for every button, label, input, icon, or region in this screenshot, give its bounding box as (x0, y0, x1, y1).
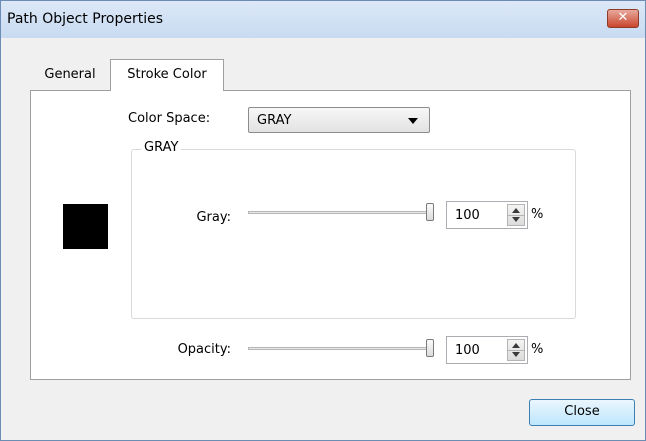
gray-group-label: GRAY (141, 140, 182, 155)
tab-stroke-color[interactable]: Stroke Color (110, 59, 224, 91)
opacity-spinbox[interactable]: 100 (446, 336, 528, 364)
window-close-icon[interactable]: ✕ (607, 9, 639, 28)
gray-spinbox[interactable]: 100 (446, 201, 528, 229)
dialog-window: Path Object Properties ✕ General Stroke … (0, 0, 646, 441)
opacity-label: Opacity: (177, 342, 231, 357)
gray-value[interactable]: 100 (455, 208, 480, 223)
opacity-slider-thumb[interactable] (426, 339, 434, 357)
color-swatch (63, 204, 108, 249)
color-space-dropdown[interactable]: GRAY (248, 107, 430, 133)
opacity-value[interactable]: 100 (455, 343, 480, 358)
spin-up-icon[interactable] (512, 343, 520, 348)
spin-up-icon[interactable] (512, 208, 520, 213)
gray-spin-buttons[interactable] (507, 204, 525, 226)
gray-group-box (131, 149, 576, 319)
title-bar[interactable]: Path Object Properties ✕ (1, 1, 645, 38)
close-button[interactable]: Close (529, 399, 635, 426)
gray-slider-track[interactable] (248, 211, 434, 214)
gray-slider-thumb[interactable] (426, 203, 434, 221)
opacity-spin-buttons[interactable] (507, 339, 525, 361)
chevron-down-icon (408, 118, 418, 124)
tab-general[interactable]: General (31, 62, 109, 91)
spin-down-icon[interactable] (512, 217, 520, 222)
color-space-value: GRAY (257, 113, 292, 128)
gray-label: Gray: (196, 210, 231, 225)
spin-down-icon[interactable] (512, 352, 520, 357)
gray-unit: % (531, 207, 544, 222)
opacity-slider-track[interactable] (248, 347, 434, 350)
window-title: Path Object Properties (7, 11, 164, 27)
color-space-label: Color Space: (128, 111, 211, 126)
opacity-unit: % (531, 342, 544, 357)
